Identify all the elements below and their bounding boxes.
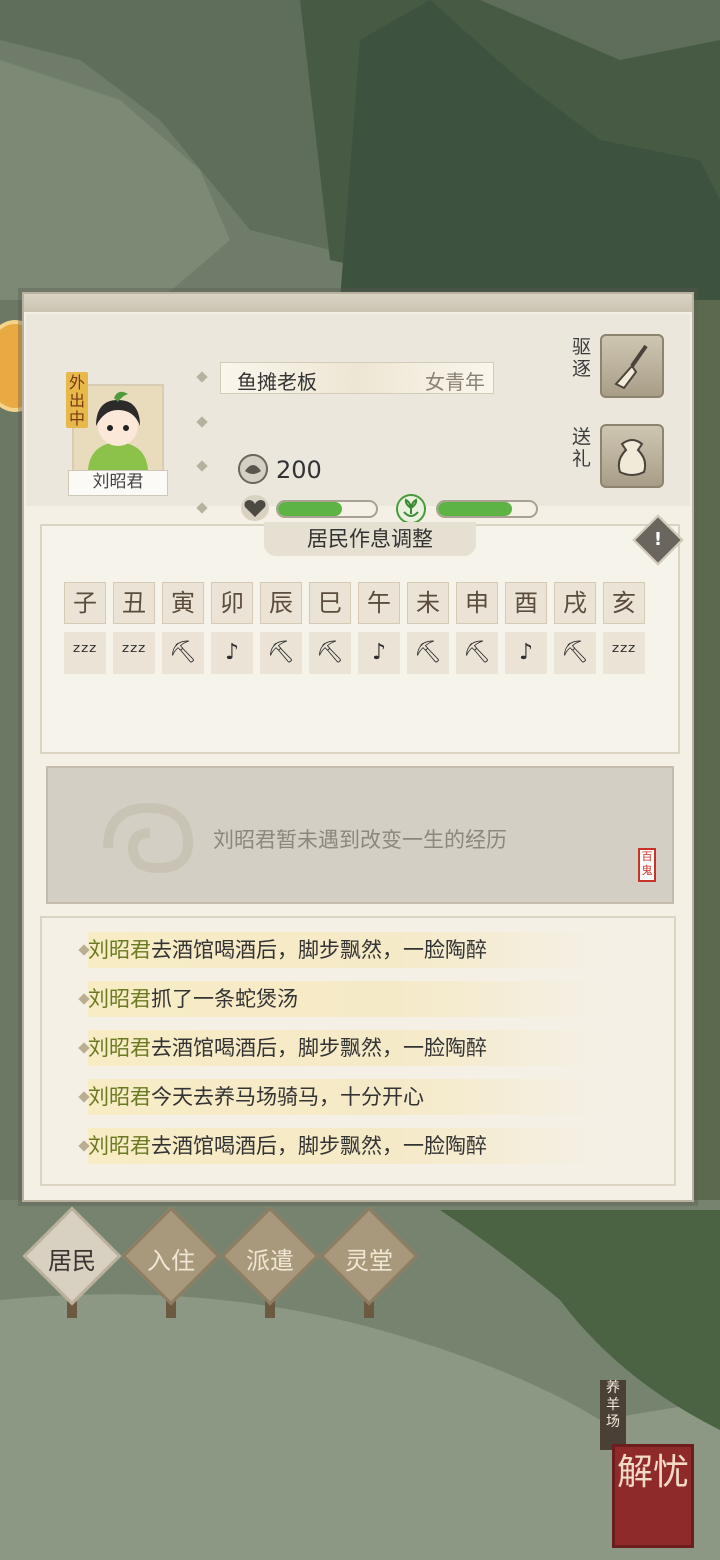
rest-icon[interactable]: ♪: [358, 632, 400, 674]
row-bullet: [196, 416, 208, 428]
rest-icon[interactable]: ♪: [211, 632, 253, 674]
hour-cell[interactable]: 酉: [505, 582, 547, 624]
resident-detail-panel: 外出中 刘昭君 鱼摊老板 女青年 200 驱逐 送礼 居民作息调整 ! 子 ᶻᶻ…: [22, 292, 694, 1202]
jieyou-button[interactable]: 解忧: [612, 1444, 694, 1548]
work-icon[interactable]: ⛏: [554, 632, 596, 674]
health-icon: [241, 495, 269, 521]
log-entry: 刘昭君去酒馆喝酒后，脚步飘然，一脸陶醉: [78, 1128, 608, 1164]
rest-icon[interactable]: ♪: [505, 632, 547, 674]
health-bar-fill: [278, 502, 342, 516]
mood-bar-fill: [438, 502, 512, 516]
seal-stamp: 百鬼: [638, 848, 656, 882]
work-icon[interactable]: ⛏: [162, 632, 204, 674]
panel-top-bar: [24, 294, 692, 312]
log-resident-name: 刘昭君: [88, 1085, 151, 1109]
farm-sign[interactable]: 养羊场: [600, 1380, 626, 1450]
log-text: 今天去养马场骑马，十分开心: [151, 1085, 424, 1109]
hour-cell[interactable]: 未: [407, 582, 449, 624]
money-value: 200: [276, 456, 322, 484]
tab-label[interactable]: 灵堂: [319, 1241, 419, 1276]
tab-label[interactable]: 派遣: [220, 1241, 320, 1276]
mood-bar: [436, 500, 538, 518]
log-entry: 刘昭君去酒馆喝酒后，脚步飘然，一脸陶醉: [78, 1030, 608, 1066]
pouch-icon: [617, 439, 647, 476]
tab-label[interactable]: 居民: [22, 1241, 122, 1276]
hour-cell[interactable]: 巳: [309, 582, 351, 624]
resident-name: 刘昭君: [68, 470, 168, 496]
work-icon[interactable]: ⛏: [407, 632, 449, 674]
schedule-section: 居民作息调整 ! 子 ᶻᶻᶻ 丑 ᶻᶻᶻ 寅 ⛏ 卯 ♪ 辰 ⛏ 巳 ⛏ 午 ♪ 未 ⛏ 申 ⛏ 酉 ♪ 戌 ⛏ 亥 ᶻᶻᶻ: [40, 514, 684, 754]
log-text: 去酒馆喝酒后，脚步飘然，一脸陶醉: [151, 1036, 487, 1060]
activity-log: 刘昭君去酒馆喝酒后，脚步飘然，一脸陶醉 刘昭君抓了一条蛇煲汤 刘昭君去酒馆喝酒后，脚…: [40, 916, 676, 1186]
hour-cell[interactable]: 午: [358, 582, 400, 624]
log-resident-name: 刘昭君: [88, 938, 151, 962]
hour-cell[interactable]: 申: [456, 582, 498, 624]
work-icon[interactable]: ⛏: [456, 632, 498, 674]
job-title: 鱼摊老板: [237, 370, 317, 394]
log-entry: 刘昭君去酒馆喝酒后，脚步飘然，一脸陶醉: [78, 932, 608, 968]
hour-cell[interactable]: 子: [64, 582, 106, 624]
log-resident-name: 刘昭君: [88, 1036, 151, 1060]
gift-label: 送礼: [572, 426, 592, 470]
sleep-icon[interactable]: ᶻᶻᶻ: [603, 632, 645, 674]
resident-header: 外出中 刘昭君 鱼摊老板 女青年 200 驱逐 送礼: [26, 314, 690, 524]
job-field: 鱼摊老板 女青年: [220, 362, 494, 394]
mood-leaf-icon: [396, 494, 426, 524]
log-resident-name: 刘昭君: [88, 1134, 151, 1158]
hour-cell[interactable]: 亥: [603, 582, 645, 624]
life-event-box: 刘昭君暂未遇到改变一生的经历 百鬼: [46, 766, 674, 904]
sleep-icon[interactable]: ᶻᶻᶻ: [64, 632, 106, 674]
log-text: 去酒馆喝酒后，脚步飘然，一脸陶醉: [151, 938, 487, 962]
money-icon: [238, 454, 268, 484]
work-icon[interactable]: ⛏: [260, 632, 302, 674]
gift-button[interactable]: [600, 424, 664, 488]
hour-cell[interactable]: 丑: [113, 582, 155, 624]
age-group: 女青年: [425, 370, 485, 394]
schedule-title: 居民作息调整: [264, 522, 476, 556]
row-bullet: [196, 502, 208, 514]
log-resident-name: 刘昭君: [88, 987, 151, 1011]
life-event-text: 刘昭君暂未遇到改变一生的经历: [213, 828, 507, 852]
hour-cell[interactable]: 卯: [211, 582, 253, 624]
health-bar: [276, 500, 378, 518]
status-tag: 外出中: [66, 372, 88, 428]
warning-icon[interactable]: !: [632, 514, 684, 566]
broom-icon: [614, 344, 648, 390]
row-bullet: [196, 460, 208, 472]
tab-label[interactable]: 入住: [121, 1241, 221, 1276]
hour-cell[interactable]: 辰: [260, 582, 302, 624]
expel-button[interactable]: [600, 334, 664, 398]
log-text: 去酒馆喝酒后，脚步飘然，一脸陶醉: [151, 1134, 487, 1158]
hour-cell[interactable]: 寅: [162, 582, 204, 624]
log-text: 抓了一条蛇煲汤: [151, 987, 298, 1011]
log-entry: 刘昭君抓了一条蛇煲汤: [78, 981, 608, 1017]
expel-label: 驱逐: [572, 336, 592, 380]
log-entry: 刘昭君今天去养马场骑马，十分开心: [78, 1079, 608, 1115]
hour-cell[interactable]: 戌: [554, 582, 596, 624]
sleep-icon[interactable]: ᶻᶻᶻ: [113, 632, 155, 674]
work-icon[interactable]: ⛏: [309, 632, 351, 674]
row-bullet: [196, 371, 208, 383]
